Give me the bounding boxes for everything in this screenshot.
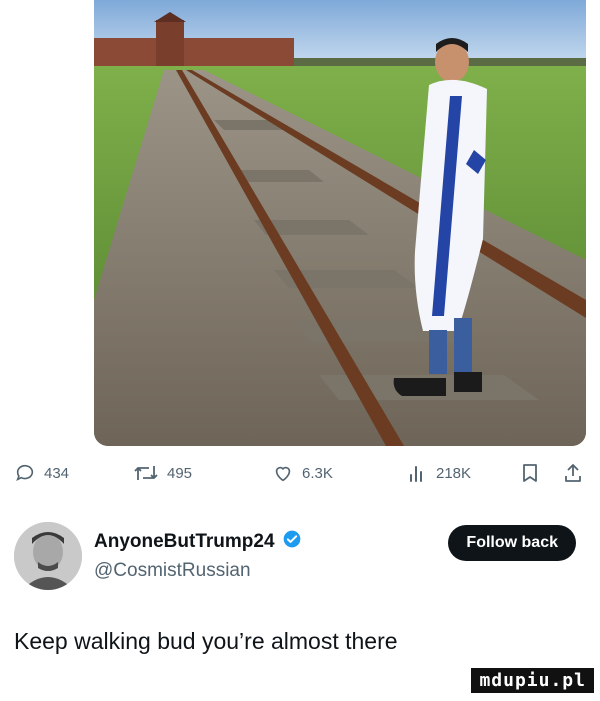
tweet-action-bar: 434 495 6.3K 218K xyxy=(0,458,600,488)
share-icon xyxy=(563,462,583,484)
verified-badge-icon xyxy=(282,529,302,555)
repost-button[interactable]: 495 xyxy=(133,458,192,488)
author-display-name[interactable]: AnyoneButTrump24 xyxy=(94,531,275,553)
like-count: 6.3K xyxy=(302,464,333,482)
repost-count: 495 xyxy=(167,464,193,482)
tweet-text: Keep walking bud you’re almost there xyxy=(14,628,398,654)
author-name-row: AnyoneButTrump24 xyxy=(94,529,302,555)
like-button[interactable]: 6.3K xyxy=(272,458,333,488)
views-button[interactable]: 218K xyxy=(408,458,471,488)
views-count: 218K xyxy=(436,464,472,482)
post-image[interactable] xyxy=(94,0,586,446)
author-handle[interactable]: @CosmistRussian xyxy=(94,560,251,582)
post-photo-illustration xyxy=(94,0,586,446)
share-button[interactable] xyxy=(563,458,583,488)
avatar[interactable] xyxy=(14,522,82,590)
watermark-logo: mdupiu.pl xyxy=(471,668,594,693)
reply-count: 434 xyxy=(44,464,70,482)
bookmark-button[interactable] xyxy=(520,458,540,488)
follow-back-button[interactable]: Follow back xyxy=(448,525,576,561)
author-block: AnyoneButTrump24 @CosmistRussian Follow … xyxy=(14,520,586,592)
repost-icon xyxy=(133,462,159,484)
bookmark-icon xyxy=(520,462,540,484)
reply-icon xyxy=(14,462,36,484)
views-icon xyxy=(408,462,428,484)
heart-icon xyxy=(272,462,294,484)
reply-button[interactable]: 434 xyxy=(14,458,69,488)
